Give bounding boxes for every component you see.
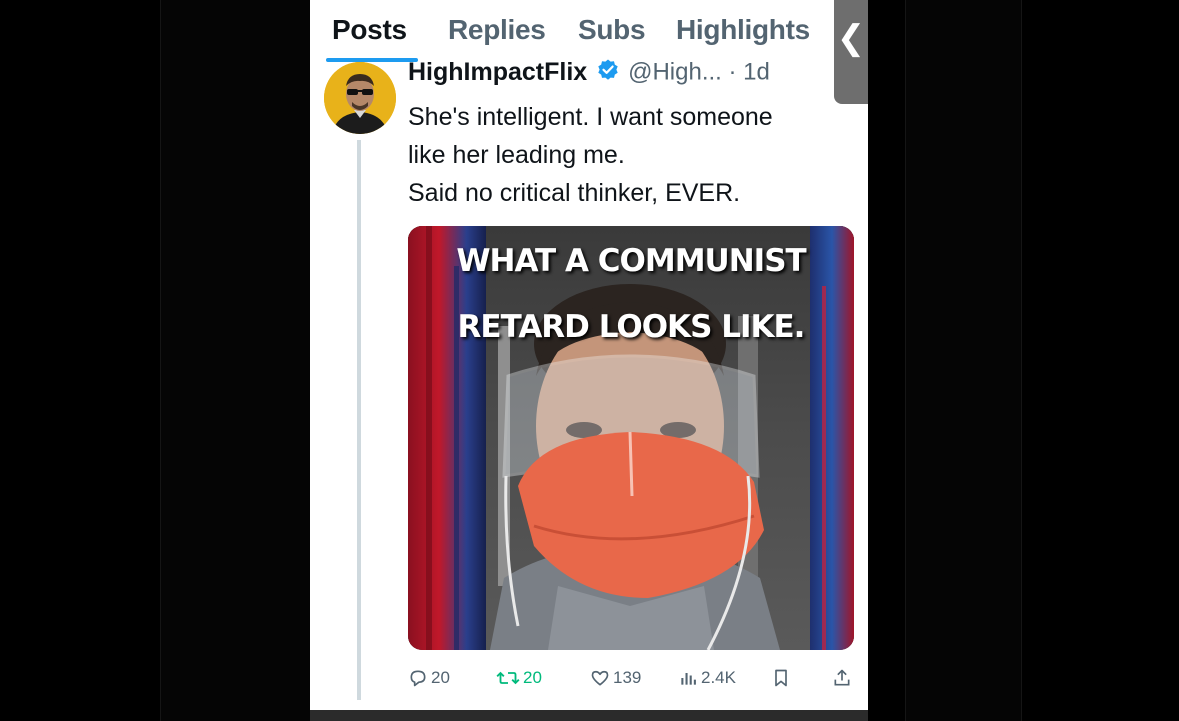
handle-and-timestamp[interactable]: @High... · 1d <box>628 59 770 86</box>
bar-chart-icon <box>681 673 696 685</box>
left-background-panel <box>160 0 311 721</box>
tweet-media-image[interactable]: WHAT A COMMUNIST RETARD LOOKS LIKE. <box>408 226 854 650</box>
meme-caption: WHAT A COMMUNIST RETARD LOOKS LIKE. <box>408 228 854 360</box>
right-background-panel <box>905 0 1022 721</box>
heart-icon <box>591 670 609 686</box>
meme-caption-line: RETARD LOOKS LIKE. <box>457 309 806 345</box>
collapse-handle-chevron-icon[interactable]: ❮ <box>834 0 868 104</box>
like-count: 139 <box>613 668 642 687</box>
tab-subs[interactable]: Subs <box>578 14 646 46</box>
thread-connector-line <box>357 140 361 700</box>
repost-count: 20 <box>523 668 542 687</box>
like-button[interactable]: 139 <box>590 668 641 688</box>
repost-icon <box>496 671 520 685</box>
avatar[interactable] <box>324 62 396 134</box>
tweet-text-line: like her leading me. <box>408 141 625 169</box>
view-count: 2.4K <box>701 668 736 687</box>
tab-highlights[interactable]: Highlights <box>676 14 810 46</box>
tweet-text: She's intelligent. I want someone like h… <box>408 98 848 212</box>
tweet-header: HighImpactFlix @High... · 1d <box>408 58 770 87</box>
repost-button[interactable]: 20 <box>496 668 542 688</box>
meme-caption-line: WHAT A COMMUNIST <box>456 243 806 279</box>
bookmark-icon <box>775 669 787 687</box>
avatar-portrait-icon <box>324 62 396 134</box>
share-button[interactable] <box>832 668 855 688</box>
active-tab-indicator <box>326 58 418 62</box>
tweet-text-line: Said no critical thinker, EVER. <box>408 179 741 207</box>
tab-replies[interactable]: Replies <box>448 14 546 46</box>
views-button[interactable]: 2.4K <box>678 668 736 688</box>
share-icon <box>834 669 850 686</box>
verified-badge-icon <box>596 58 620 87</box>
profile-tabs: Posts Replies Subs Highlights <box>310 0 868 62</box>
reply-count: 20 <box>431 668 450 687</box>
tab-posts[interactable]: Posts <box>332 14 407 46</box>
tweet-text-line: She's intelligent. I want someone <box>408 103 773 131</box>
bottom-edge-bar <box>310 710 868 721</box>
tweet-action-bar: 20 20 139 2.4K <box>408 668 858 698</box>
reply-icon <box>410 670 426 687</box>
bookmark-button[interactable] <box>772 668 793 688</box>
author-name[interactable]: HighImpactFlix <box>408 58 587 86</box>
reply-button[interactable]: 20 <box>408 668 450 688</box>
phone-screen: Posts Replies Subs Highlights ❮ HighImpa… <box>310 0 868 721</box>
